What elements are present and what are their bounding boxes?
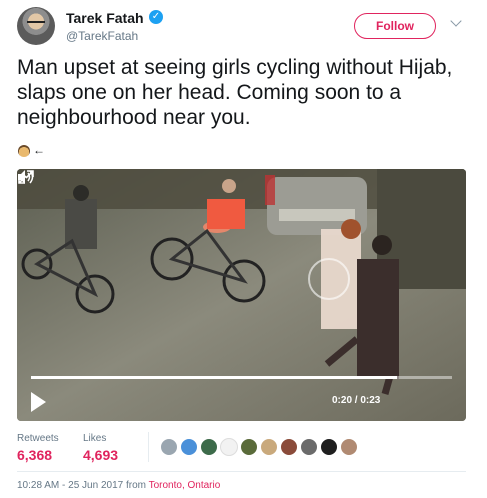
liker-avatar[interactable] — [260, 438, 278, 456]
location-city[interactable]: Toronto — [149, 480, 182, 491]
face-emoji-icon — [18, 144, 30, 157]
liker-avatar[interactable] — [340, 438, 358, 456]
tweet-meta: 10:28 AM - 25 Jun 2017 from Toronto, Ont… — [17, 480, 220, 491]
location-separator: , — [181, 480, 185, 491]
stats-divider — [148, 432, 149, 462]
liker-avatar[interactable] — [200, 438, 218, 456]
video-frame — [17, 169, 466, 421]
likes-label[interactable]: Likes — [83, 433, 106, 444]
play-icon[interactable] — [31, 392, 46, 412]
tweet-text: Man upset at seeing girls cycling withou… — [17, 56, 453, 129]
fullscreen-icon[interactable] — [17, 169, 35, 185]
chevron-down-icon[interactable] — [450, 15, 462, 27]
author-name[interactable]: Tarek Fatah — [66, 10, 144, 26]
video-progress-fill — [31, 376, 398, 379]
liker-avatar[interactable] — [320, 438, 338, 456]
retweets-label[interactable]: Retweets — [17, 433, 59, 444]
liker-avatar[interactable] — [160, 438, 178, 456]
verified-icon: ✓ — [149, 10, 163, 24]
liker-avatar[interactable] — [300, 438, 318, 456]
emoji-line: ← — [18, 143, 45, 157]
author-handle[interactable]: @TarekFatah — [66, 29, 138, 43]
liker-avatar[interactable] — [240, 438, 258, 456]
location-region[interactable]: Ontario — [188, 480, 221, 491]
tweet-datetime[interactable]: 10:28 AM - 25 Jun 2017 from — [17, 480, 146, 491]
liker-avatar[interactable] — [180, 438, 198, 456]
avatar[interactable] — [17, 7, 55, 45]
video-time: 0:20 / 0:23 — [332, 395, 381, 406]
liker-avatar[interactable] — [280, 438, 298, 456]
video-progress-bar[interactable] — [31, 376, 452, 379]
video-player[interactable]: 0:20 / 0:23 — [17, 169, 466, 421]
follow-button[interactable]: Follow — [354, 13, 436, 39]
retweets-count[interactable]: 6,368 — [17, 447, 52, 463]
liker-avatar[interactable] — [220, 438, 238, 456]
likes-count[interactable]: 4,693 — [83, 447, 118, 463]
divider — [17, 471, 466, 472]
emoji-line-text: ← — [33, 143, 45, 157]
